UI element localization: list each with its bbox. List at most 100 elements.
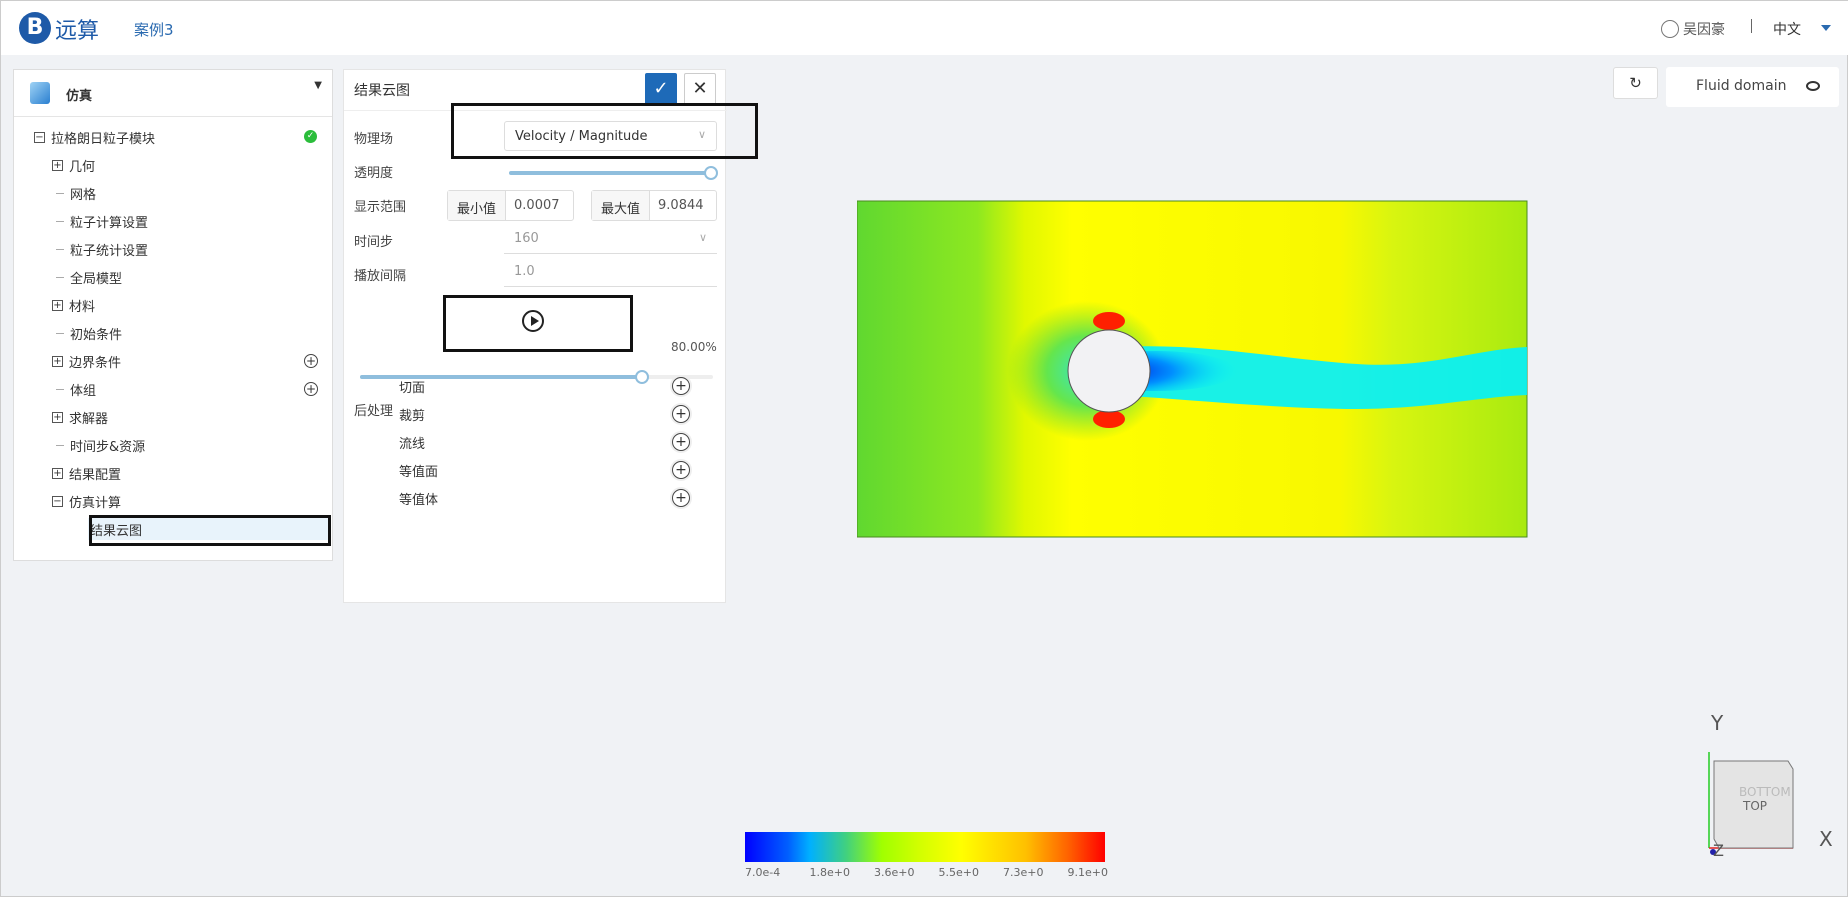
tree-connector [56, 220, 64, 222]
cube-back-face: BOTTOM [1739, 785, 1791, 799]
eye-icon[interactable] [1806, 81, 1820, 91]
timestep-select[interactable]: 160 ∨ [504, 224, 717, 254]
colorbar-tick-label: 5.5e+0 [938, 866, 979, 879]
add-icon[interactable]: + [672, 405, 690, 423]
expand-icon[interactable]: + [52, 355, 63, 367]
highlight-box [451, 103, 758, 159]
colorbar-tick-label: 7.3e+0 [1003, 866, 1044, 879]
field-label: 物理场 [354, 132, 394, 147]
tree-item[interactable]: + 结果配置 [52, 462, 121, 484]
tree-item-label: 体组 [70, 383, 97, 399]
tree-item-label: 边界条件 [69, 355, 122, 371]
axis-x-label: X [1819, 827, 1833, 851]
progress-slider-handle[interactable] [635, 370, 649, 384]
tree-item[interactable]: 粒子统计设置 [56, 238, 148, 260]
velocity-contour-view[interactable] [857, 199, 1529, 539]
add-icon[interactable]: + [304, 354, 318, 368]
tree-item[interactable]: 全局模型 [56, 266, 122, 288]
tree-item-label: 时间步&资源 [70, 439, 146, 455]
close-button[interactable]: ✕ [684, 73, 716, 105]
language-select[interactable]: 中文 [1773, 19, 1801, 39]
opacity-slider[interactable] [509, 171, 709, 175]
expand-icon[interactable]: + [52, 159, 63, 171]
user-icon [1661, 20, 1679, 38]
tree-item[interactable]: 网格 [56, 182, 96, 204]
tree-item-label: 网格 [70, 187, 97, 203]
highlight-box [443, 295, 633, 352]
divider [1751, 19, 1752, 33]
tree-item[interactable]: 初始条件 [56, 322, 122, 344]
high-velocity-spot [1093, 312, 1125, 330]
panel-title: 结果云图 [354, 83, 410, 99]
cube-top-face[interactable]: TOP [1742, 799, 1767, 813]
max-value[interactable]: 9.0844 [650, 191, 710, 220]
brand-name: 远算 [55, 19, 100, 44]
colorbar-tick-label: 1.8e+0 [809, 866, 850, 879]
user-menu[interactable]: 吴因豪 [1661, 19, 1725, 39]
tree-item[interactable]: − 仿真计算 [52, 490, 121, 512]
tree-connector [56, 248, 64, 250]
postprocess-item: 流线 [399, 437, 426, 452]
tree-item-label: 粒子统计设置 [70, 243, 149, 259]
expand-icon[interactable]: + [52, 467, 63, 479]
tree-item-label: 粒子计算设置 [70, 215, 149, 231]
case-name[interactable]: 案例3 [134, 19, 174, 40]
reset-view-button[interactable]: ↻ [1613, 67, 1658, 99]
add-icon[interactable]: + [672, 433, 690, 451]
orientation-axes[interactable]: Y BOTTOM TOP X Z [1691, 706, 1848, 856]
timestep-label: 时间步 [354, 235, 394, 250]
interval-input[interactable]: 1.0 [504, 257, 717, 287]
postprocess-item: 等值面 [399, 465, 439, 480]
expand-icon[interactable]: + [52, 411, 63, 423]
tree-item[interactable]: + 求解器 [52, 406, 108, 428]
postprocess-item: 裁剪 [399, 409, 426, 424]
cube-icon [30, 82, 50, 104]
caret-down-icon[interactable] [1821, 25, 1831, 31]
tree-item[interactable]: − 拉格朗日粒子模块 [34, 126, 155, 148]
postprocess-item: 等值体 [399, 493, 439, 508]
tree-item-label: 初始条件 [70, 327, 123, 343]
chevron-down-icon: ∨ [698, 231, 707, 244]
caret-down-icon[interactable]: ▼ [314, 80, 322, 91]
max-label: 最大值 [592, 191, 651, 220]
postprocess-label: 后处理 [354, 404, 394, 419]
max-value-field[interactable]: 最大值 9.0844 [591, 190, 717, 221]
colorbar [745, 832, 1105, 862]
panel-header[interactable]: 仿真 ▼ [14, 70, 332, 117]
tree-item-label: 几何 [69, 159, 96, 175]
min-label: 最小值 [448, 191, 507, 220]
add-icon[interactable]: + [672, 489, 690, 507]
min-value-field[interactable]: 最小值 0.0007 [447, 190, 574, 221]
tree-item[interactable]: 粒子计算设置 [56, 210, 148, 232]
add-icon[interactable]: + [304, 382, 318, 396]
tree-item[interactable]: 体组 [56, 378, 96, 400]
opacity-slider-handle[interactable] [704, 166, 718, 180]
tree-item[interactable]: + 边界条件 [52, 350, 121, 372]
timestep-value: 160 [514, 231, 539, 246]
tree-item[interactable]: + 几何 [52, 154, 95, 176]
fluid-domain-toggle[interactable]: Fluid domain [1666, 67, 1839, 107]
min-value[interactable]: 0.0007 [506, 191, 566, 220]
add-icon[interactable]: + [672, 377, 690, 395]
tree-item-label: 仿真计算 [69, 495, 122, 511]
tree-item-label: 结果配置 [69, 467, 122, 483]
colorbar-tick-label: 9.1e+0 [1067, 866, 1108, 879]
logo: B [19, 12, 51, 44]
collapse-icon[interactable]: − [34, 131, 45, 143]
expand-icon[interactable]: + [52, 299, 63, 311]
confirm-button[interactable]: ✓ [645, 73, 677, 105]
tree-item[interactable]: 时间步&资源 [56, 434, 145, 456]
highlight-box [89, 515, 331, 546]
axis-y-label: Y [1710, 711, 1724, 735]
tree-item-label: 材料 [69, 299, 96, 315]
tree-item-label: 拉格朗日粒子模块 [51, 131, 156, 147]
tree-connector [56, 388, 64, 390]
range-label: 显示范围 [354, 200, 407, 215]
top-bar: B 远算 案例3 吴因豪 中文 [1, 1, 1848, 55]
add-icon[interactable]: + [672, 461, 690, 479]
tree-item[interactable]: + 材料 [52, 294, 95, 316]
colorbar-tick-label: 3.6e+0 [874, 866, 915, 879]
opacity-label: 透明度 [354, 166, 394, 181]
tree-item-label: 全局模型 [70, 271, 123, 287]
collapse-icon[interactable]: − [52, 495, 63, 507]
